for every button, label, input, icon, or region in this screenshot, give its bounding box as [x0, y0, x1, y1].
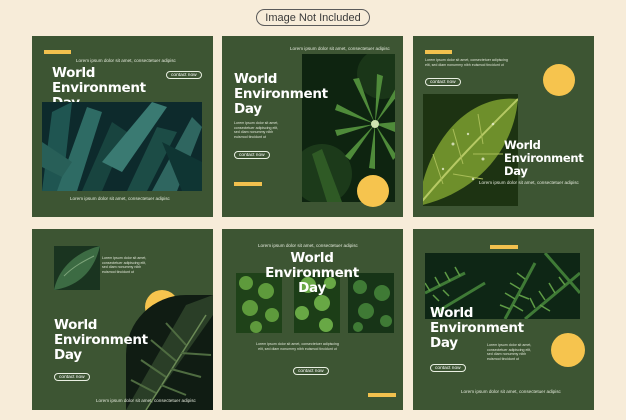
tagline-text: Lorem ipsum dolor sit amet, consectetuer… [290, 46, 390, 51]
post-card-5: Lorem ipsum dolor sit amet, consectetuer… [222, 229, 403, 410]
contact-now-button[interactable]: contact now [54, 373, 90, 381]
post-card-1: Lorem ipsum dolor sit amet, consectetuer… [32, 36, 213, 217]
accent-circle [543, 64, 575, 96]
dark-leaf-thumbnail [54, 246, 100, 290]
contact-now-button[interactable]: contact now [166, 71, 202, 79]
post-title: World Environment Day [234, 71, 328, 117]
post-title: World Environment Day [54, 317, 148, 363]
accent-bar [490, 245, 518, 249]
post-card-4: Lorem ipsum dolor sit amet, consectetuer… [32, 229, 213, 410]
tropical-leaves-photo [42, 102, 202, 191]
image-not-included-badge: Image Not Included [256, 9, 370, 26]
body-paragraph: Lorem ipsum dolor sit amet, consectetuer… [487, 343, 532, 361]
contact-now-button[interactable]: contact now [425, 78, 461, 86]
accent-bar [368, 393, 396, 397]
body-paragraph: Lorem ipsum dolor sit amet, consectetuer… [234, 121, 279, 139]
post-title: World Environment Day [504, 138, 584, 178]
accent-bar [44, 50, 71, 54]
footer-text: Lorem ipsum dolor sit amet, consectetuer… [96, 398, 196, 403]
post-title: World Environment Day [265, 250, 359, 296]
body-paragraph: Lorem ipsum dolor sit amet, consectetuer… [102, 256, 147, 274]
body-paragraph: Lorem ipsum dolor sit amet, consectetuer… [256, 342, 339, 351]
tagline-text: Lorem ipsum dolor sit amet, consectetuer… [76, 58, 176, 63]
tagline-text: Lorem ipsum dolor sit amet, consectetuer… [258, 243, 358, 248]
footer-text: Lorem ipsum dolor sit amet, consectetuer… [461, 389, 561, 394]
accent-circle [551, 333, 585, 367]
accent-bar [425, 50, 452, 54]
post-card-3: Lorem ipsum dolor sit amet, consectetuer… [413, 36, 594, 217]
tagline-text: Lorem ipsum dolor sit amet, consectetuer… [479, 180, 579, 185]
post-card-2: Lorem ipsum dolor sit amet, consectetuer… [222, 36, 403, 217]
contact-now-button[interactable]: contact now [234, 151, 270, 159]
contact-now-button[interactable]: contact now [293, 367, 329, 375]
accent-circle [357, 175, 389, 207]
body-paragraph: Lorem ipsum dolor sit amet, consectetuer… [425, 58, 508, 67]
accent-bar [234, 182, 262, 186]
contact-now-button[interactable]: contact now [430, 364, 466, 372]
footer-text: Lorem ipsum dolor sit amet, consectetuer… [70, 196, 170, 201]
post-card-6: World Environment Day Lorem ipsum dolor … [413, 229, 594, 410]
